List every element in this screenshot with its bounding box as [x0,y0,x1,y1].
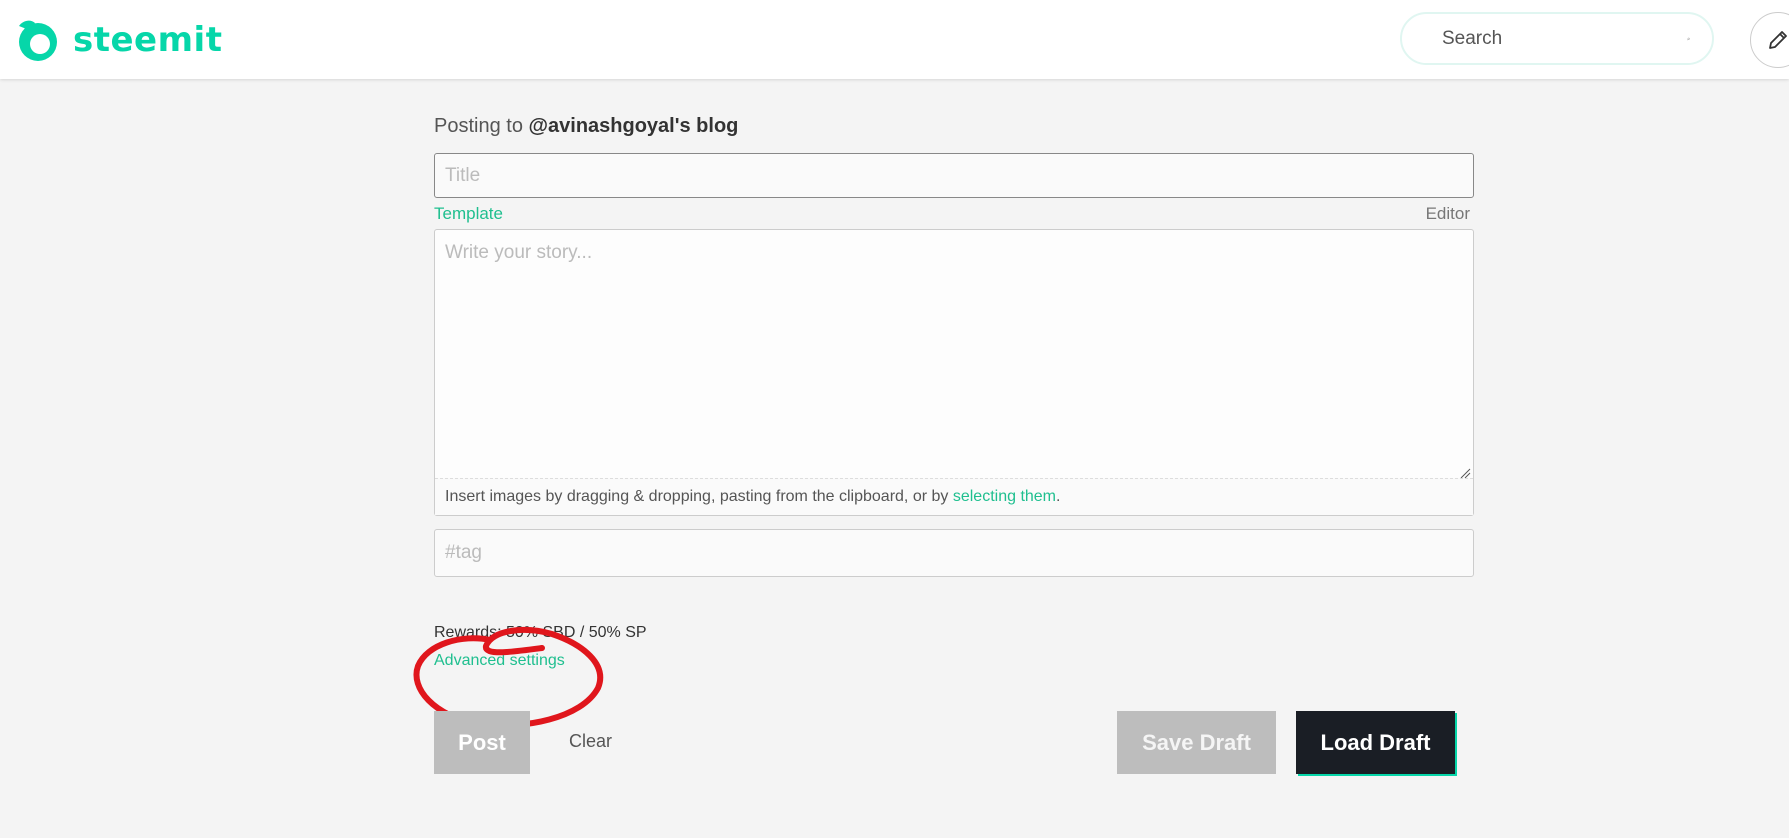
compose-button[interactable] [1750,12,1789,68]
steemit-logo[interactable]: steemit [13,16,222,64]
steemit-logo-icon [19,20,57,61]
posting-to-prefix: Posting to [434,115,529,137]
posting-to-line: Posting to @avinashgoyal's blog [434,100,1474,153]
story-textarea[interactable] [435,230,1473,480]
save-draft-button[interactable]: Save Draft [1117,711,1276,774]
brand-name: steemit [73,20,223,60]
pencil-icon [1769,31,1787,49]
image-insert-hint: Insert images by dragging & dropping, pa… [435,478,1473,515]
insert-hint-period: . [1056,488,1061,505]
editor-mode-row: Template Editor [434,198,1474,229]
search-input[interactable] [1442,27,1687,50]
editor-toggle[interactable]: Editor [1426,204,1470,224]
post-button[interactable]: Post [434,711,530,774]
select-images-link[interactable]: selecting them [953,488,1056,505]
tag-input[interactable] [434,529,1474,577]
search-box[interactable] [1400,12,1714,65]
story-editor: Insert images by dragging & dropping, pa… [434,229,1474,516]
posting-to-blog: @avinashgoyal's blog [528,115,739,137]
top-header: steemit [0,0,1789,79]
template-link[interactable]: Template [434,204,503,224]
clear-button[interactable]: Clear [548,726,633,756]
search-icon[interactable] [1687,27,1690,51]
post-editor-form: Posting to @avinashgoyal's blog Template… [434,100,1474,671]
load-draft-button[interactable]: Load Draft [1296,711,1455,774]
title-input[interactable] [434,153,1474,198]
insert-hint-text: Insert images by dragging & dropping, pa… [445,488,953,505]
